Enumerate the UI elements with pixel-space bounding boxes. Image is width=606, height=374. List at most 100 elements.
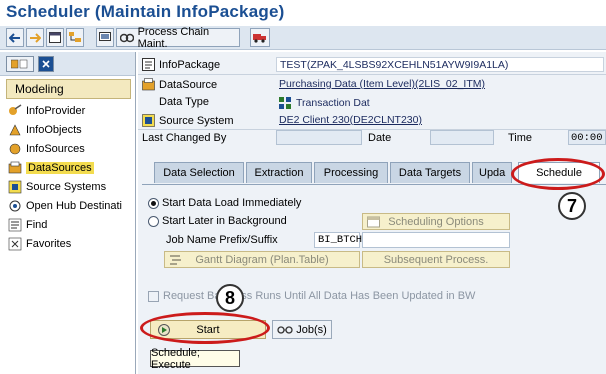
hierarchy-icon[interactable] [66, 28, 84, 47]
monitor-icon[interactable] [96, 28, 114, 47]
nav-item-source-systems[interactable]: Source Systems [8, 178, 107, 196]
chain-link-icon [120, 33, 134, 42]
time-label: Time [508, 132, 533, 144]
jobs-button[interactable]: Job(s) [272, 320, 332, 339]
datatype-label: Data Type [159, 96, 209, 108]
schedule-tab-panel: Start Data Load Immediately Start Later … [142, 184, 606, 374]
datasource-row: DataSource Purchasing Data (Item Level)(… [138, 76, 606, 93]
back-arrow-icon[interactable] [6, 28, 24, 47]
infopackage-label: InfoPackage [159, 58, 221, 71]
job-name-suffix-input[interactable] [362, 232, 510, 248]
subsequent-process-label: Subsequent Process. [383, 253, 489, 266]
time-field: 00:00 [568, 130, 606, 145]
nav-item-favorites[interactable]: Favorites [8, 235, 72, 253]
source-system-label: Source System [159, 114, 234, 127]
nav-label-find: Find [26, 219, 48, 231]
process-chain-button[interactable]: Process Chain Maint. [116, 25, 240, 50]
source-system-link[interactable]: DE2 Client 230(DE2CLNT230) [276, 113, 604, 128]
date-field [430, 130, 494, 145]
open-hub-icon [9, 200, 21, 212]
nav-label-favorites: Favorites [26, 238, 72, 250]
nav-label-open-hub: Open Hub Destinati [26, 200, 122, 212]
nav-label-infoprovider: InfoProvider [26, 105, 86, 117]
infoprovider-icon [9, 104, 22, 115]
favorites-icon [8, 237, 22, 251]
infopackage-icon [142, 58, 155, 71]
gantt-diagram-label: Gantt Diagram (Plan.Table) [195, 253, 329, 266]
request-batch-option[interactable]: Request Ba ocess Runs Until All Data Has… [148, 290, 475, 302]
subsequent-process-button[interactable]: Subsequent Process. [362, 251, 510, 268]
infoobjects-icon [9, 124, 21, 136]
modeling-label: Modeling [15, 82, 64, 96]
scheduling-options-button[interactable]: Scheduling Options [362, 213, 510, 230]
datasource-link[interactable]: Purchasing Data (Item Level)(2LIS_02_ITM… [276, 77, 604, 92]
infopackage-label-group: InfoPackage [142, 58, 220, 71]
left-panel-toolbar [0, 52, 135, 76]
truck-icon[interactable] [250, 28, 270, 47]
step-7-badge: 7 [558, 192, 586, 220]
nav-item-find[interactable]: Find [8, 216, 48, 234]
nav-item-infosources[interactable]: InfoSources [9, 140, 85, 158]
start-immediately-option[interactable]: Start Data Load Immediately [148, 197, 301, 209]
nav-item-datasources[interactable]: DataSources [8, 159, 94, 177]
last-changed-row: Last Changed By Date Time 00:00 [138, 130, 606, 147]
start-later-radio[interactable] [148, 215, 159, 227]
request-batch-label: Request Ba ocess Runs Until All Data Has… [163, 290, 476, 302]
display-icon[interactable] [46, 28, 64, 47]
source-system-row: Source System DE2 Client 230(DE2CLNT230) [138, 112, 606, 129]
step-8-badge: 8 [216, 284, 244, 312]
tab-data-selection[interactable]: Data Selection [154, 162, 244, 183]
datasources-icon [8, 161, 22, 174]
tab-update[interactable]: Upda [472, 162, 512, 183]
source-system-label-group: Source System [142, 114, 234, 127]
left-navigation-panel: Modeling InfoProvider InfoObjects InfoSo… [0, 52, 136, 374]
jobs-label: Job(s) [296, 323, 327, 336]
window-title: Scheduler (Maintain InfoPackage) [6, 2, 285, 21]
infosources-icon [9, 143, 21, 155]
tree-toggle-icon[interactable] [6, 56, 34, 72]
start-immediately-label: Start Data Load Immediately [162, 197, 302, 209]
datasource-label: DataSource [159, 78, 218, 91]
datasource-icon [142, 78, 155, 91]
process-chain-label: Process Chain Maint. [137, 25, 210, 50]
datasource-label-group: DataSource [142, 78, 217, 91]
nav-item-infoprovider[interactable]: InfoProvider [9, 102, 86, 120]
start-immediately-radio[interactable] [148, 197, 159, 209]
job-name-prefix-input[interactable]: BI_BTCH [314, 232, 362, 248]
transaction-data-icon [279, 96, 291, 109]
start-later-option[interactable]: Start Later in Background [148, 215, 287, 227]
last-changed-label: Last Changed By [142, 132, 227, 144]
nav-label-infoobjects: InfoObjects [26, 124, 82, 136]
last-changed-field [276, 130, 362, 145]
find-icon [8, 218, 22, 232]
tab-processing[interactable]: Processing [314, 162, 388, 183]
datatype-row: Data Type Transaction Dat [138, 94, 606, 111]
gantt-diagram-button[interactable]: Gantt Diagram (Plan.Table) [164, 251, 360, 268]
request-batch-checkbox[interactable] [148, 290, 159, 302]
nav-label-source-systems: Source Systems [26, 181, 107, 193]
close-icon[interactable] [38, 56, 54, 72]
forward-arrow-icon[interactable] [26, 28, 44, 47]
scheduling-options-icon [367, 216, 380, 228]
source-systems-icon [8, 180, 22, 194]
nav-label-infosources: InfoSources [26, 143, 85, 155]
jobs-glasses-icon [277, 325, 293, 334]
divider [138, 74, 606, 75]
infopackage-value: TEST(ZPAK_4LSBS92XCEHLN51AYW9I9A1LA) [276, 57, 604, 72]
start-later-label: Start Later in Background [162, 215, 287, 227]
nav-item-infoobjects[interactable]: InfoObjects [9, 121, 82, 139]
tab-data-targets[interactable]: Data Targets [390, 162, 470, 183]
source-system-icon [142, 114, 155, 127]
gantt-icon [170, 255, 181, 265]
nav-item-open-hub[interactable]: Open Hub Destinati [9, 197, 122, 215]
modeling-section-button[interactable]: Modeling [6, 79, 131, 99]
datatype-value-group: Transaction Dat [276, 95, 476, 110]
scheduling-options-label: Scheduling Options [388, 215, 484, 228]
schedule-execute-tooltip: Schedule; Execute [150, 347, 240, 371]
schedule-tab-highlight-ring [511, 158, 605, 190]
datatype-value: Transaction Dat [296, 96, 370, 109]
tab-extraction[interactable]: Extraction [246, 162, 312, 183]
infopackage-row: InfoPackage TEST(ZPAK_4LSBS92XCEHLN51AYW… [138, 56, 606, 73]
application-toolbar: Process Chain Maint. [0, 26, 606, 50]
start-button-highlight-ring [140, 312, 270, 344]
